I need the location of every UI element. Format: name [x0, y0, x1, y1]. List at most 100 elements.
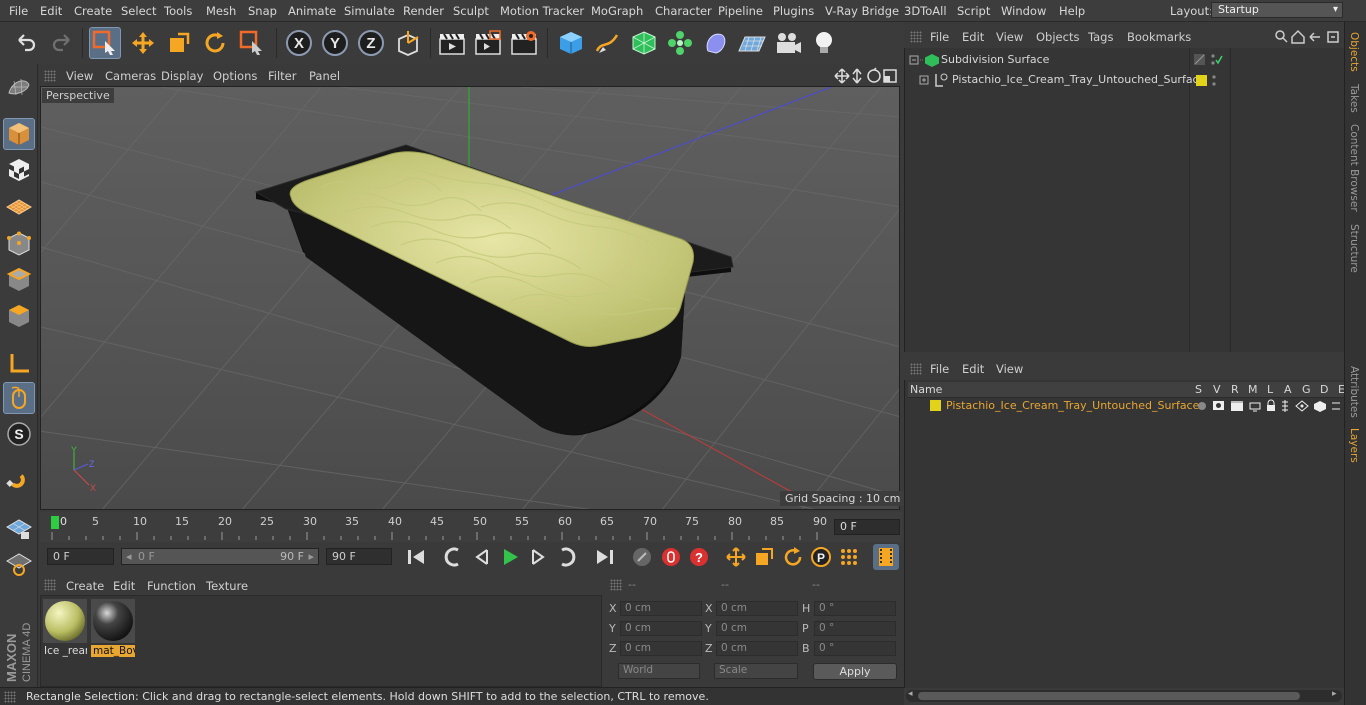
live-selection-button[interactable] [236, 27, 268, 59]
viewport-menu-panel[interactable]: Panel [309, 69, 340, 83]
deformer-button[interactable] [700, 27, 732, 59]
menu-edit[interactable]: Edit [40, 4, 62, 18]
menu-help[interactable]: Help [1059, 4, 1085, 18]
menu-sculpt[interactable]: Sculpt [453, 4, 489, 18]
cube-primitive-button[interactable] [555, 27, 587, 59]
move-tool-button[interactable] [127, 27, 159, 59]
scale-tool-button[interactable] [163, 27, 195, 59]
mograph-cloner-button[interactable] [664, 27, 696, 59]
menu-plugins[interactable]: Plugins [773, 4, 814, 18]
size-mode-select[interactable]: Scale [714, 663, 798, 679]
coordinate-space-select[interactable]: World [618, 663, 700, 679]
menu-3dtoall[interactable]: 3DToAll [904, 4, 947, 18]
solo-column-header[interactable]: S [1195, 383, 1202, 396]
material-menu-edit[interactable]: Edit [113, 579, 135, 593]
key-position-button[interactable] [723, 544, 749, 570]
object-menu-file[interactable]: File [930, 30, 949, 44]
deformers-column-header[interactable]: D [1320, 383, 1328, 396]
ice-cream-flags[interactable] [1196, 74, 1226, 88]
key-rotation-button[interactable] [780, 544, 806, 570]
make-editable-button[interactable] [3, 70, 35, 102]
key-pla-button[interactable] [836, 544, 862, 570]
x-axis-lock-button[interactable]: X [283, 27, 315, 59]
spline-pen-button[interactable] [591, 27, 623, 59]
menu-snap[interactable]: Snap [248, 4, 277, 18]
size-z-field[interactable]: 0 cm [716, 641, 798, 656]
go-to-end-button[interactable] [592, 544, 618, 570]
layout-select[interactable]: Startup [1211, 2, 1343, 18]
visible-column-header[interactable]: V [1213, 383, 1221, 396]
texture-mode-button[interactable] [3, 154, 35, 186]
menu-tools[interactable]: Tools [164, 4, 192, 18]
tab-content-browser[interactable]: Content Browser [1348, 124, 1360, 212]
menu-pipeline[interactable]: Pipeline [718, 4, 763, 18]
current-frame-field[interactable]: 0 F [834, 519, 900, 535]
rot-p-field[interactable]: 0 ° [814, 621, 896, 636]
size-y-field[interactable]: 0 cm [716, 621, 798, 636]
generators-column-header[interactable]: G [1302, 383, 1311, 396]
coordinate-system-button[interactable] [392, 27, 424, 59]
start-frame-field[interactable]: 0 F [47, 548, 114, 565]
name-column-header[interactable]: Name [910, 383, 942, 396]
workplane-lock-button[interactable] [3, 512, 35, 544]
object-menu-view[interactable]: View [996, 30, 1023, 44]
apply-button[interactable]: Apply [813, 663, 897, 680]
viewport-menu-display[interactable]: Display [161, 69, 203, 83]
render-view-button[interactable] [436, 27, 468, 59]
viewport-menu-view[interactable]: View [66, 69, 93, 83]
playhead[interactable] [51, 516, 59, 529]
tweak-mode-button[interactable] [3, 382, 35, 414]
menu-animate[interactable]: Animate [288, 4, 336, 18]
scrollbar-thumb[interactable] [918, 692, 1300, 700]
object-row-subdivision[interactable]: Subdivision Surface [906, 51, 1188, 69]
tab-layers[interactable]: Layers [1348, 428, 1360, 463]
viewport-menu-filter[interactable]: Filter [268, 69, 296, 83]
layer-row[interactable]: Pistachio_Ice_Cream_Tray_Untouched_Surfa… [908, 398, 1344, 414]
menu-motion-tracker[interactable]: Motion Tracker [500, 4, 584, 18]
viewport-scene[interactable]: Y Z X [41, 87, 900, 510]
panel-grip[interactable] [44, 579, 56, 591]
render-region-button[interactable] [472, 27, 504, 59]
object-menu-edit[interactable]: Edit [962, 30, 984, 44]
size-x-field[interactable]: 0 cm [716, 601, 798, 616]
timeline-button[interactable] [873, 544, 899, 570]
scroll-left-arrow[interactable]: ◂ [908, 689, 913, 699]
play-button[interactable] [497, 544, 523, 570]
layer-color-swatch[interactable] [930, 400, 941, 411]
locked-column-header[interactable]: L [1267, 383, 1273, 396]
menu-create[interactable]: Create [74, 4, 112, 18]
record-button[interactable] [658, 544, 684, 570]
undo-button[interactable] [10, 27, 42, 59]
viewport-menu-cameras[interactable]: Cameras [105, 69, 156, 83]
viewport-menu-options[interactable]: Options [213, 69, 257, 83]
scroll-right-arrow[interactable]: ▸ [1332, 689, 1337, 699]
menu-window[interactable]: Window [1001, 4, 1046, 18]
layer-menu-file[interactable]: File [930, 362, 949, 376]
tab-takes[interactable]: Takes [1348, 84, 1360, 113]
go-to-start-button[interactable] [403, 544, 429, 570]
floor-button[interactable] [736, 27, 768, 59]
pos-x-field[interactable]: 0 cm [620, 601, 702, 616]
layer-toggle-icons[interactable] [1196, 399, 1344, 413]
pos-z-field[interactable]: 0 cm [620, 641, 702, 656]
object-menu-objects[interactable]: Objects [1036, 30, 1079, 44]
material-swatch[interactable]: Ice _rear [43, 599, 87, 657]
rectangle-selection-button[interactable] [89, 27, 121, 59]
tab-structure[interactable]: Structure [1348, 224, 1360, 273]
model-mode-button[interactable] [3, 118, 35, 150]
workplane-mode-button[interactable] [3, 190, 35, 222]
polygons-mode-button[interactable] [3, 300, 35, 332]
panel-grip[interactable] [610, 579, 622, 591]
next-frame-button[interactable] [525, 544, 551, 570]
camera-button[interactable] [772, 27, 804, 59]
tab-objects[interactable]: Objects [1348, 32, 1360, 72]
y-axis-lock-button[interactable]: Y [319, 27, 351, 59]
rot-h-field[interactable]: 0 ° [814, 601, 896, 616]
menu-vray-bridge[interactable]: V-Ray Bridge [825, 4, 899, 18]
subdivision-flags[interactable] [1193, 53, 1223, 67]
layer-horizontal-scrollbar[interactable]: ◂ ▸ [906, 689, 1342, 702]
key-scale-button[interactable] [751, 544, 777, 570]
rotate-tool-button[interactable] [199, 27, 231, 59]
object-menu-tags[interactable]: Tags [1088, 30, 1113, 44]
light-button[interactable] [808, 27, 840, 59]
